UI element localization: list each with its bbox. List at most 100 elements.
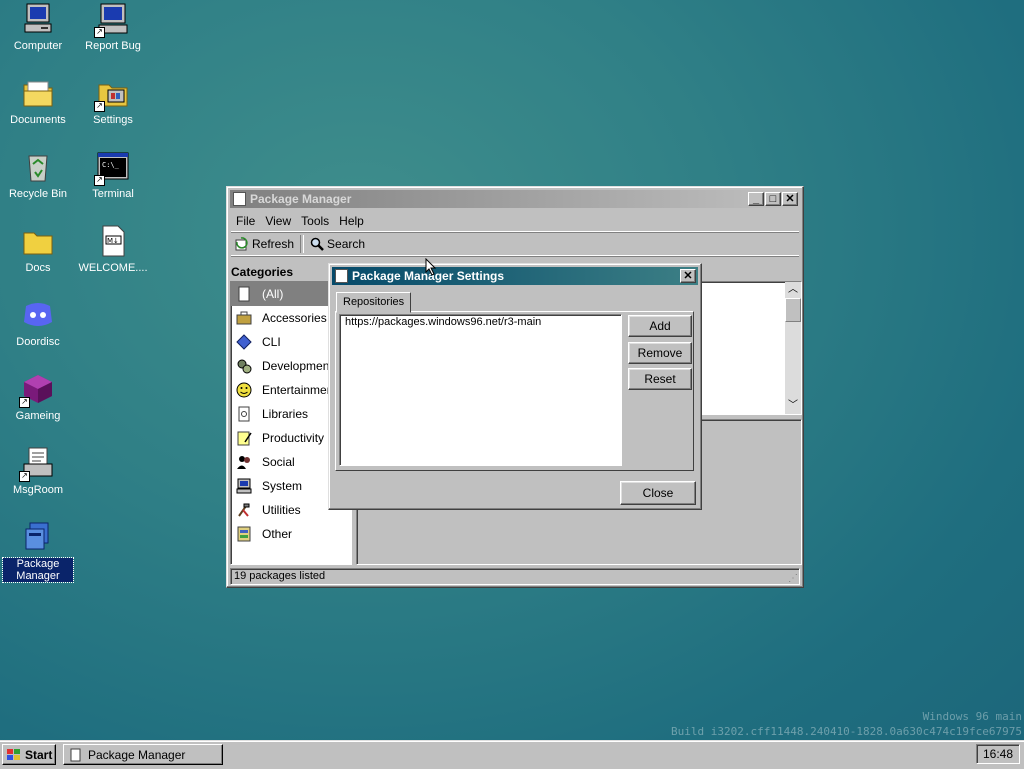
category-label: CLI	[262, 335, 281, 349]
clock[interactable]: 16:48	[983, 747, 1013, 761]
svg-text:M↓: M↓	[107, 237, 119, 245]
category-label: Accessories	[262, 311, 327, 325]
taskbar: Start Package Manager 16:48	[0, 740, 1024, 769]
maximize-button[interactable]: □	[765, 192, 781, 206]
category-label: Social	[262, 455, 295, 469]
package-list-scrollbar[interactable]: ︿ ﹀	[785, 282, 801, 414]
scroll-down-arrow-icon[interactable]: ﹀	[785, 398, 801, 414]
computer-icon	[21, 2, 55, 36]
desktop-icon-label: Gameing	[15, 410, 61, 422]
add-label: Add	[649, 319, 671, 333]
package-manager-title-icon	[233, 192, 246, 206]
shortcut-arrow-icon: ↗	[94, 101, 105, 112]
tab-panel: https://packages.windows96.net/r3-main A…	[335, 311, 694, 471]
refresh-button[interactable]: Refresh	[231, 237, 298, 251]
package-manager-titlebar[interactable]: Package Manager _ □ ✕	[230, 190, 800, 208]
add-repository-button[interactable]: Add	[628, 315, 692, 337]
desktop-icon-recycle-bin[interactable]: Recycle Bin	[0, 150, 76, 200]
settings-folder-icon: ↗	[94, 76, 130, 112]
desktop-icon-label: WELCOME....	[78, 262, 148, 274]
category-label: Other	[262, 527, 293, 541]
start-label: Start	[25, 747, 53, 762]
desktop-icon-report-bug[interactable]: ↗ Report Bug	[75, 2, 151, 52]
repository-item[interactable]: https://packages.windows96.net/r3-main	[345, 316, 616, 328]
remove-label: Remove	[637, 346, 683, 360]
taskbar-item-label: Package Manager	[88, 747, 186, 762]
desktop-icon-docs[interactable]: Docs	[0, 224, 76, 274]
category-other[interactable]: Other	[231, 522, 351, 546]
diamond-icon	[236, 334, 252, 350]
desktop-icon-label: Computer	[13, 40, 63, 52]
category-label: Development	[262, 359, 333, 373]
report-bug-icon: ↗	[94, 2, 130, 38]
folder-documents-icon	[21, 76, 55, 110]
menu-file[interactable]: File	[231, 214, 260, 228]
desktop-icon-label: Terminal	[92, 188, 134, 200]
desktop-icon-welcome[interactable]: M↓ WELCOME....	[75, 224, 151, 274]
category-label: (All)	[262, 287, 284, 301]
close-label: Close	[642, 486, 674, 500]
all-icon	[238, 286, 250, 302]
mouse-cursor-icon	[425, 258, 437, 276]
minimize-button[interactable]: _	[748, 192, 764, 206]
search-button[interactable]: Search	[306, 237, 369, 251]
category-label: Entertainment	[262, 383, 337, 397]
desktop-icon-label: Settings	[93, 114, 133, 126]
smiley-icon	[236, 382, 252, 398]
msgroom-icon: ↗	[19, 446, 55, 482]
desktop-icon-label: Package Manager	[2, 557, 74, 583]
desktop-icon-msgroom[interactable]: ↗ MsgRoom	[0, 446, 76, 496]
gears-icon	[237, 359, 252, 374]
markdown-file-icon: M↓	[96, 224, 130, 258]
toolbar: Refresh Search	[231, 232, 799, 256]
shortcut-arrow-icon: ↗	[19, 397, 30, 408]
tools-icon	[238, 503, 250, 517]
desktop-icon-label: Recycle Bin	[8, 188, 68, 200]
dialog-close-button[interactable]: ✕	[680, 269, 696, 283]
settings-dialog-title-icon	[335, 269, 348, 283]
desktop-icon-documents[interactable]: Documents	[0, 76, 76, 126]
desktop-icon-settings[interactable]: ↗ Settings	[75, 76, 151, 126]
reset-repositories-button[interactable]: Reset	[628, 368, 692, 390]
shortcut-arrow-icon: ↗	[94, 175, 105, 186]
start-logo-icon	[7, 748, 20, 760]
desktop-icon-label: Documents	[10, 114, 66, 126]
desktop-icon-gameing[interactable]: ↗ Gameing	[0, 372, 76, 422]
desktop-icon-label: Docs	[25, 262, 51, 274]
desktop-icon-terminal[interactable]: C:\_ ↗ Terminal	[75, 150, 151, 200]
computer-icon	[236, 478, 252, 494]
svg-text:C:\_: C:\_	[102, 161, 120, 169]
desktop-icon-label: Report Bug	[85, 40, 141, 52]
status-bar: 19 packages listed ⋰	[230, 568, 800, 585]
system-tray: 16:48	[976, 744, 1020, 764]
start-button[interactable]: Start	[2, 744, 56, 765]
category-label: Libraries	[262, 407, 309, 421]
settings-dialog: Package Manager Settings ✕ Repositories …	[328, 263, 702, 510]
build-watermark: Windows 96 main Build i3202.cff11448.240…	[671, 709, 1022, 739]
recycle-bin-icon	[21, 150, 55, 184]
dialog-close-action-button[interactable]: Close	[620, 481, 696, 505]
taskbar-item-package-manager[interactable]: Package Manager	[63, 744, 223, 765]
category-label: Productivity	[262, 431, 325, 445]
desktop-icon-doordisc[interactable]: Doordisc	[0, 298, 76, 348]
remove-repository-button[interactable]: Remove	[628, 342, 692, 364]
close-button[interactable]: ✕	[782, 192, 798, 206]
scroll-thumb[interactable]	[785, 298, 801, 322]
menu-bar: File View Tools Help	[231, 211, 799, 231]
desktop-icon-computer[interactable]: Computer	[0, 2, 76, 52]
resize-grip-icon[interactable]: ⋰	[788, 573, 798, 584]
menu-tools[interactable]: Tools	[296, 214, 334, 228]
reset-label: Reset	[644, 372, 676, 386]
desktop-icon-package-manager[interactable]: Package Manager	[0, 520, 76, 583]
terminal-icon: C:\_ ↗	[94, 150, 130, 186]
scroll-up-arrow-icon[interactable]: ︿	[785, 282, 801, 298]
search-icon	[310, 237, 324, 251]
settings-dialog-titlebar[interactable]: Package Manager Settings ✕	[332, 267, 698, 285]
toolbar-separator	[300, 235, 305, 253]
game-cube-icon: ↗	[19, 372, 55, 408]
menu-view[interactable]: View	[260, 214, 296, 228]
category-label: Utilities	[262, 503, 301, 517]
repositories-tab[interactable]: Repositories	[336, 292, 412, 313]
menu-help[interactable]: Help	[334, 214, 369, 228]
repository-list[interactable]: https://packages.windows96.net/r3-main	[339, 314, 622, 466]
